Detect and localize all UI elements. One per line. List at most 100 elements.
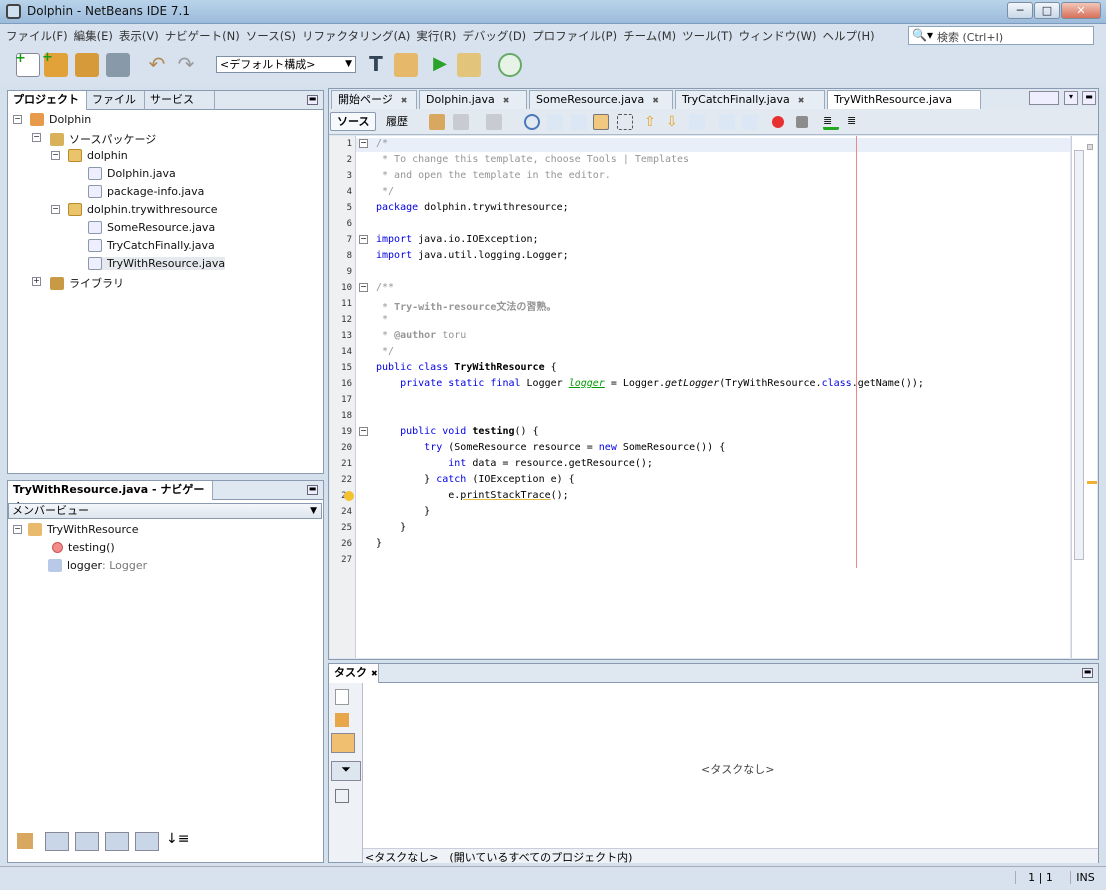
menu-item[interactable]: 表示(V) — [119, 28, 159, 44]
filter-icon[interactable]: ⏷ — [331, 761, 361, 781]
shift-right-icon[interactable] — [742, 114, 758, 130]
minimize-button[interactable]: ─ — [1007, 2, 1033, 19]
maximize-button[interactable]: □ — [1034, 2, 1060, 19]
code-editor[interactable]: 1234567891011121314151617181920212223242… — [330, 136, 1070, 658]
source-button[interactable]: ソース — [330, 112, 377, 131]
back-icon[interactable] — [453, 114, 469, 130]
maximize-editor-icon[interactable]: ▬ — [1082, 91, 1096, 105]
run-icon[interactable]: ▶ — [428, 53, 452, 77]
find-icon[interactable] — [524, 114, 540, 130]
tree-node-package-info[interactable]: package-info.java — [88, 185, 204, 198]
close-tab-icon[interactable]: ✖ — [503, 96, 510, 105]
tasks-tab[interactable]: タスク ✖ — [329, 664, 379, 683]
menu-item[interactable]: ツール(T) — [682, 28, 733, 44]
close-tab-icon[interactable]: ✖ — [371, 669, 378, 678]
expander-icon[interactable]: + — [32, 277, 41, 286]
comment-icon[interactable]: ≣ — [823, 114, 839, 130]
search-field[interactable]: 🔍▾ 検索 (Ctrl+I) — [908, 26, 1094, 45]
open-project-icon[interactable] — [75, 53, 99, 77]
shift-left-icon[interactable] — [719, 114, 735, 130]
find-next-icon[interactable] — [571, 114, 587, 130]
tree-node-trywithresource[interactable]: TryWithResource.java — [88, 257, 226, 270]
tree-node-someresource[interactable]: SomeResource.java — [88, 221, 215, 234]
tree-node-libraries[interactable]: ライブラリ — [50, 275, 124, 291]
history-button[interactable]: 履歴 — [379, 112, 415, 131]
stop-macro-icon[interactable] — [796, 116, 808, 128]
tab-files[interactable]: ファイル — [87, 91, 145, 110]
expander-icon[interactable]: − — [32, 133, 41, 142]
filter-fields-icon[interactable] — [45, 832, 69, 851]
clean-build-icon[interactable] — [394, 53, 418, 77]
warning-marker[interactable] — [1087, 481, 1097, 484]
close-tab-icon[interactable]: ✖ — [652, 96, 659, 105]
all-projects-scope-icon[interactable] — [331, 733, 355, 753]
tree-node-package-dolphin[interactable]: dolphin — [68, 149, 128, 162]
tab-services[interactable]: サービス — [145, 91, 215, 110]
tree-node-dolphin-java[interactable]: Dolphin.java — [88, 167, 176, 180]
tree-node-dolphin[interactable]: Dolphin — [30, 113, 91, 126]
inherited-members-icon[interactable] — [17, 833, 33, 849]
next-bookmark-icon[interactable]: ⇩ — [666, 114, 682, 130]
debug-icon[interactable] — [457, 53, 481, 77]
close-tab-icon[interactable]: ✖ — [798, 96, 805, 105]
sort-source-icon[interactable]: ↓≡ — [166, 831, 189, 847]
tab-dolphin-java[interactable]: Dolphin.java ✖ — [419, 90, 527, 109]
expander-icon[interactable]: − — [13, 115, 22, 124]
navigator-view-select[interactable]: メンバービュー ▼ — [8, 503, 322, 519]
find-previous-icon[interactable] — [547, 114, 563, 130]
minimize-panel-icon[interactable]: ▬ — [1082, 668, 1093, 678]
expander-icon[interactable]: − — [13, 525, 22, 534]
tab-start-page[interactable]: 開始ページ ✖ — [331, 90, 417, 109]
undo-icon[interactable]: ↶ — [145, 53, 169, 77]
prev-bookmark-icon[interactable]: ⇧ — [644, 114, 660, 130]
scrollbar-thumb[interactable] — [1074, 150, 1084, 560]
close-button[interactable]: ✕ — [1061, 2, 1101, 19]
menu-item[interactable]: ヘルプ(H) — [822, 28, 874, 44]
group-icon[interactable] — [335, 789, 349, 803]
menu-item[interactable]: ファイル(F) — [6, 28, 68, 44]
close-tab-icon[interactable]: ✖ — [401, 96, 408, 105]
save-all-icon[interactable] — [106, 53, 130, 77]
warning-hint-icon[interactable] — [344, 491, 354, 501]
tree-node-package-trywithresource[interactable]: dolphin.trywithresource — [68, 203, 218, 216]
menu-item[interactable]: デバッグ(D) — [462, 28, 526, 44]
fold-toggle-icon[interactable]: − — [359, 235, 368, 244]
uncomment-icon[interactable]: ≣ — [847, 114, 863, 130]
tab-trywithresource-java[interactable]: TryWithResource.java — [827, 90, 981, 109]
redo-icon[interactable]: ↷ — [174, 53, 198, 77]
last-edit-icon[interactable] — [429, 114, 445, 130]
fold-toggle-icon[interactable]: − — [359, 283, 368, 292]
toggle-bookmark-icon[interactable] — [689, 114, 705, 130]
nav-member-logger[interactable]: logger : Logger — [48, 559, 147, 572]
file-scope-icon[interactable] — [335, 689, 349, 705]
forward-icon[interactable] — [486, 114, 502, 130]
menu-item[interactable]: プロファイル(P) — [532, 28, 617, 44]
tab-someresource-java[interactable]: SomeResource.java ✖ — [529, 90, 673, 109]
tree-node-source-packages[interactable]: ソースパッケージ — [50, 131, 156, 147]
minimize-panel-icon[interactable]: ▬ — [307, 485, 318, 495]
new-file-icon[interactable]: + — [15, 51, 40, 77]
fold-toggle-icon[interactable]: − — [359, 139, 368, 148]
menu-item[interactable]: 編集(E) — [74, 28, 113, 44]
minimize-panel-icon[interactable]: ▬ — [307, 95, 318, 105]
toggle-highlight-icon[interactable] — [593, 114, 609, 130]
start-macro-icon[interactable] — [772, 116, 784, 128]
fold-toggle-icon[interactable]: − — [359, 427, 368, 436]
menu-item[interactable]: ウィンドウ(W) — [739, 28, 817, 44]
nav-class-node[interactable]: TryWithResource — [28, 523, 139, 536]
configuration-select[interactable]: <デフォルト構成> ▼ — [216, 56, 356, 73]
toggle-rect-select-icon[interactable] — [617, 114, 633, 130]
nav-member-testing[interactable]: testing() — [52, 541, 115, 554]
build-icon[interactable]: T — [364, 53, 388, 77]
menu-item[interactable]: チーム(M) — [623, 28, 676, 44]
filter-nonpublic-icon[interactable] — [105, 832, 129, 851]
menu-item[interactable]: リファクタリング(A) — [302, 28, 410, 44]
menu-item[interactable]: ナビゲート(N) — [165, 28, 240, 44]
project-scope-icon[interactable] — [335, 713, 349, 727]
expander-icon[interactable]: − — [51, 151, 60, 160]
tree-node-trycatchfinally[interactable]: TryCatchFinally.java — [88, 239, 215, 252]
menu-item[interactable]: ソース(S) — [246, 28, 296, 44]
tab-trycatchfinally-java[interactable]: TryCatchFinally.java ✖ — [675, 90, 825, 109]
expander-icon[interactable]: − — [51, 205, 60, 214]
profile-icon[interactable] — [498, 53, 522, 77]
